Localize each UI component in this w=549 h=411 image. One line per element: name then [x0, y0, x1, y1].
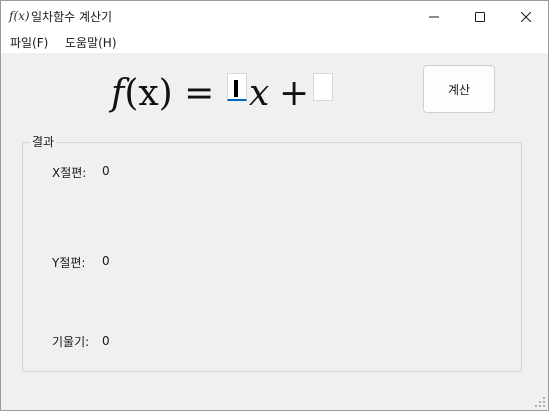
minimize-icon: [429, 16, 439, 18]
constant-term-input[interactable]: [313, 73, 333, 101]
x-intercept-label: X절편:: [52, 166, 87, 180]
close-icon: [521, 12, 531, 22]
formula-lhs-rest: (x) =: [124, 73, 215, 114]
function-app-icon: f(x): [9, 9, 30, 23]
resize-grip-icon[interactable]: [532, 394, 546, 408]
menu-help[interactable]: 도움말(H): [65, 35, 117, 51]
x-intercept-value: 0: [102, 164, 110, 178]
calculate-button[interactable]: 계산: [423, 65, 495, 113]
menu-bar: 파일(F) 도움말(H): [1, 33, 548, 53]
text-cursor: [234, 80, 238, 97]
y-intercept-label: Y절편:: [52, 256, 86, 270]
slope-value: 0: [102, 334, 110, 348]
maximize-icon: [475, 12, 485, 22]
result-group: [22, 142, 522, 372]
formula-plus: +: [279, 73, 310, 114]
window-title: 일차함수 계산기: [31, 10, 113, 24]
menu-file[interactable]: 파일(F): [10, 35, 48, 51]
app-window: f(x) 일차함수 계산기 파일(F) 도움말(H) f(x) = x + 계산…: [0, 0, 549, 411]
formula-function-name: f: [111, 73, 125, 114]
maximize-button[interactable]: [457, 1, 503, 33]
close-button[interactable]: [503, 1, 549, 33]
slope-label: 기울기:: [52, 335, 90, 349]
formula-lhs: f(x) =: [111, 71, 214, 117]
formula-variable: x: [249, 73, 270, 114]
result-group-title: 결과: [30, 135, 57, 149]
title-bar[interactable]: f(x) 일차함수 계산기: [1, 1, 548, 33]
y-intercept-value: 0: [102, 254, 110, 268]
minimize-button[interactable]: [411, 1, 457, 33]
